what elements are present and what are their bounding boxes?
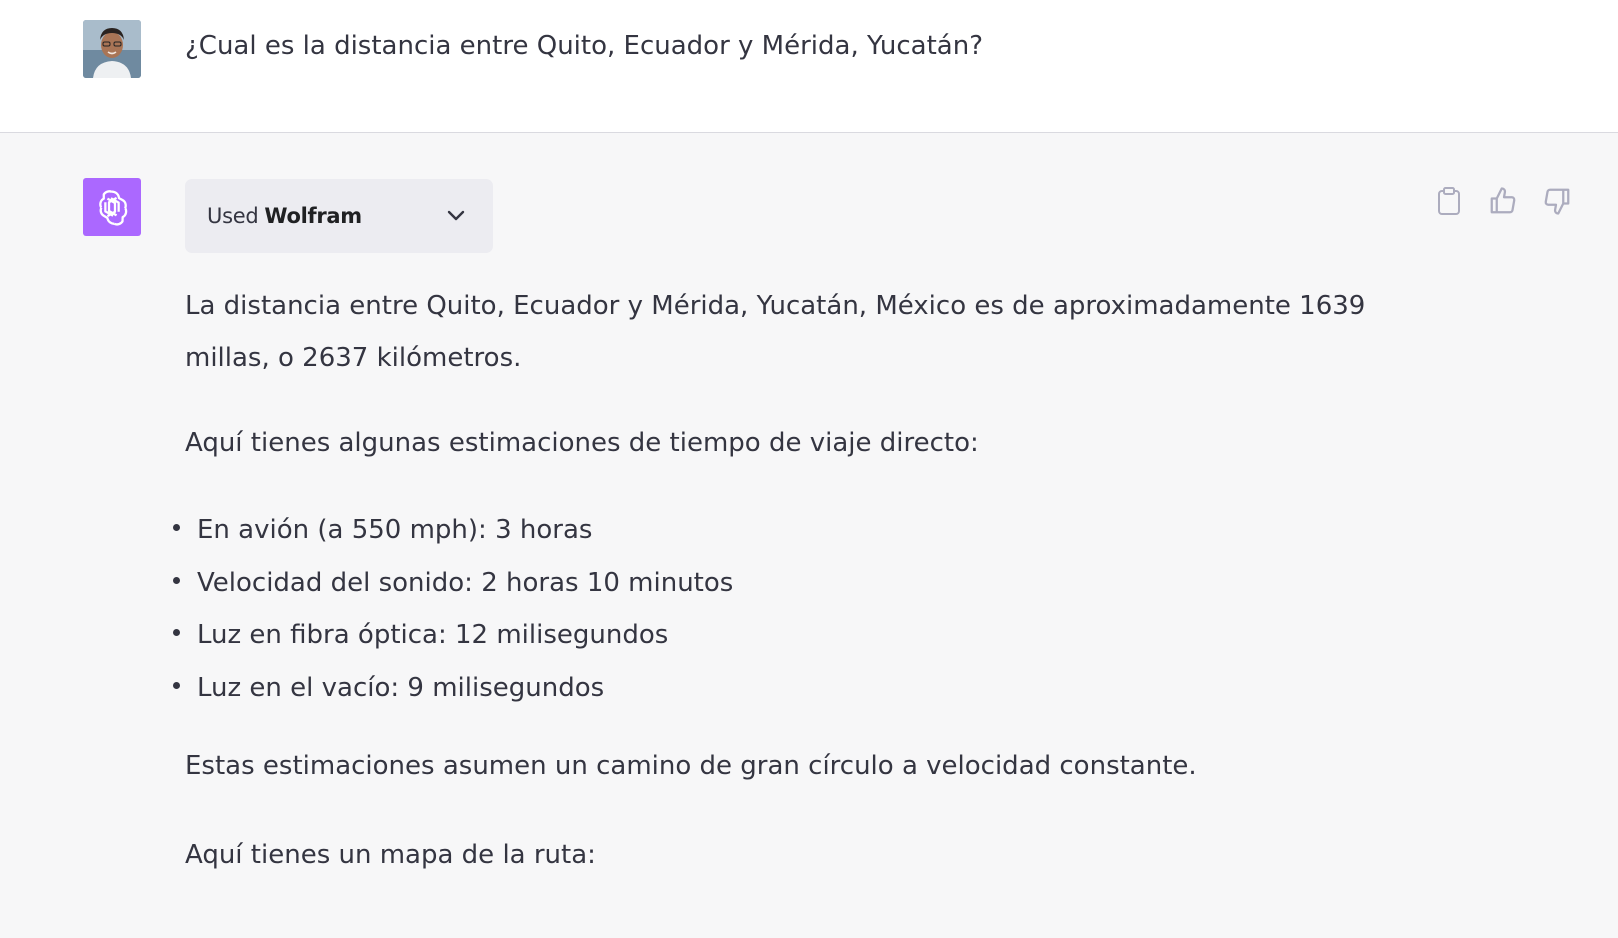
- openai-logo-icon: [99, 190, 128, 226]
- plugin-used-dropdown[interactable]: Used Wolfram: [185, 179, 493, 253]
- list-item: Luz en fibra óptica: 12 milisegundos: [165, 615, 733, 668]
- bullet-icon: [173, 524, 180, 531]
- plugin-name: Wolfram: [264, 204, 362, 228]
- plugin-used-label: Used: [207, 204, 259, 228]
- chat-conversation: ¿Cual es la distancia entre Quito, Ecuad…: [0, 0, 1618, 938]
- thumbs-up-icon: [1490, 187, 1516, 214]
- travel-time-list: En avión (a 550 mph): 3 horas Velocidad …: [165, 510, 733, 720]
- thumbs-down-icon: [1544, 188, 1570, 215]
- bullet-icon: [173, 681, 180, 689]
- bullet-icon: [173, 576, 180, 584]
- user-photo-avatar: [83, 20, 141, 78]
- user-message-row: ¿Cual es la distancia entre Quito, Ecuad…: [0, 0, 1618, 133]
- user-message-text: ¿Cual es la distancia entre Quito, Ecuad…: [185, 31, 983, 61]
- copy-button[interactable]: [1432, 184, 1466, 218]
- answer-paragraph: Estas estimaciones asumen un camino de g…: [185, 751, 1197, 781]
- list-item-text: En avión (a 550 mph): 3 horas: [197, 515, 593, 545]
- user-avatar: [83, 20, 141, 78]
- bullet-icon: [173, 629, 180, 636]
- thumbs-down-button[interactable]: [1540, 184, 1574, 218]
- clipboard-icon: [1438, 187, 1460, 215]
- answer-paragraph: La distancia entre Quito, Ecuador y Méri…: [185, 291, 1366, 373]
- answer-paragraph: Aquí tienes un mapa de la ruta:: [185, 840, 596, 870]
- list-item-text: Luz en fibra óptica: 12 milisegundos: [197, 620, 669, 650]
- list-item: Velocidad del sonido: 2 horas 10 minutos: [165, 563, 733, 616]
- message-actions: [1432, 184, 1574, 218]
- list-item-text: Luz en el vacío: 9 milisegundos: [197, 672, 605, 703]
- chevron-down-icon: [447, 210, 465, 221]
- assistant-avatar: [83, 178, 141, 236]
- list-item: En avión (a 550 mph): 3 horas: [165, 510, 733, 563]
- thumbs-up-button[interactable]: [1486, 184, 1520, 218]
- list-item: Luz en el vacío: 9 milisegundos: [165, 668, 733, 721]
- list-item-text: Velocidad del sonido: 2 horas 10 minutos: [197, 567, 734, 598]
- answer-paragraph: Aquí tienes algunas estimaciones de tiem…: [185, 428, 979, 458]
